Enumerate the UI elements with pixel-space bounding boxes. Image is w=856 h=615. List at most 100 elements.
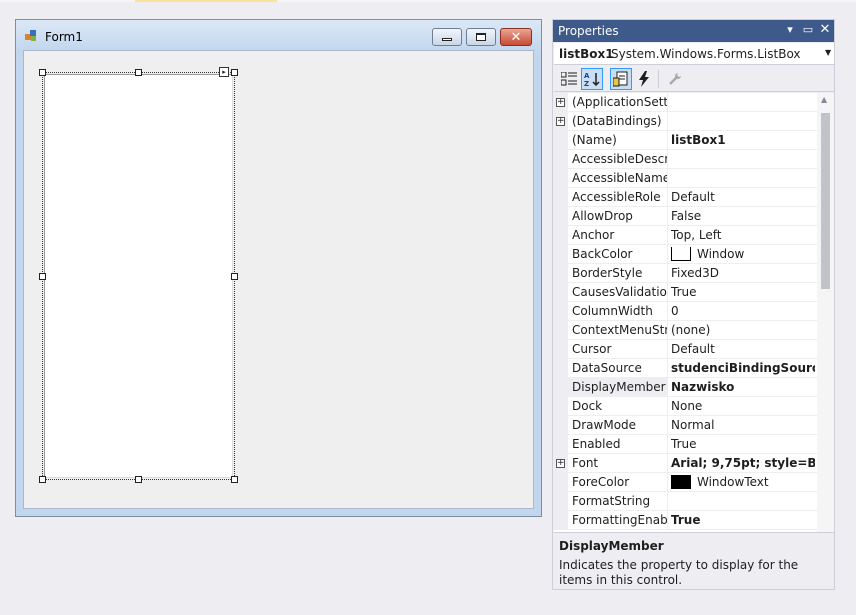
property-row[interactable]: Dock None [554,397,817,416]
property-row[interactable]: AccessibleName [554,169,817,188]
property-value[interactable]: studenciBindingSource [671,361,815,375]
property-row[interactable]: DrawMode Normal [554,416,817,435]
property-value[interactable]: (none) [671,323,815,337]
property-row[interactable]: BackColor Window [554,245,817,264]
object-type: System.Windows.Forms.ListBox [611,47,801,61]
minimize-button[interactable] [432,28,462,46]
property-value[interactable]: Default [671,342,815,356]
property-value[interactable]: Default [671,190,815,204]
property-row[interactable]: Enabled True [554,435,817,454]
column-divider [667,511,668,530]
property-value-text: True [671,285,697,299]
row-gutter [554,264,568,283]
expand-plus-icon[interactable]: + [556,459,565,468]
expand-plus-icon[interactable]: + [556,117,565,126]
dropdown-arrow-icon[interactable]: ▾ [783,23,797,37]
resize-handle-top-right[interactable] [231,69,238,76]
alphabetical-view-button[interactable]: A Z [581,68,603,90]
svg-text:A: A [584,72,590,80]
property-row[interactable]: ForeColor WindowText [554,473,817,492]
property-row[interactable]: AccessibleDescrip [554,150,817,169]
property-row[interactable]: DisplayMember Nazwisko [554,378,817,397]
row-gutter [554,397,568,416]
resize-handle-bottom-right[interactable] [231,476,238,483]
property-value[interactable]: listBox1 [671,133,815,147]
property-row[interactable]: AllowDrop False [554,207,817,226]
property-grid-scrollbar[interactable]: ▲ ▼ [817,93,834,547]
property-value[interactable]: True [671,513,815,527]
property-value[interactable]: Nazwisko [671,380,815,394]
resize-handle-right[interactable] [231,273,238,280]
column-divider [667,359,668,378]
property-row[interactable]: FormatString [554,492,817,511]
resize-handle-top-left[interactable] [39,69,46,76]
row-gutter [554,207,568,226]
property-row[interactable]: Cursor Default [554,340,817,359]
scroll-up-icon[interactable]: ▲ [821,95,827,104]
column-divider [667,150,668,169]
property-row[interactable]: Anchor Top, Left [554,226,817,245]
property-row[interactable]: DataSource studenciBindingSource [554,359,817,378]
property-name: AccessibleDescrip [572,152,667,166]
property-row[interactable]: + Font Arial; 9,75pt; style=Bold [554,454,817,473]
maximize-button[interactable] [466,28,496,46]
property-pages-button[interactable] [664,68,686,90]
close-button[interactable]: ✕ [500,28,532,46]
expand-plus-icon[interactable]: + [556,98,565,107]
row-gutter [554,283,568,302]
resize-handle-bottom[interactable] [135,476,142,483]
property-name: Cursor [572,342,612,356]
property-value[interactable]: True [671,285,815,299]
close-panel-icon[interactable]: ✕ [818,23,832,37]
property-row[interactable]: CausesValidation True [554,283,817,302]
property-name: Font [572,456,599,470]
property-value[interactable]: 0 [671,304,815,318]
properties-title-bar[interactable]: Properties ▾ ▭ ✕ [553,20,834,42]
events-view-button[interactable] [633,68,655,90]
property-value[interactable]: Arial; 9,75pt; style=Bold [671,456,815,470]
property-row[interactable]: (Name) listBox1 [554,131,817,150]
chevron-down-icon[interactable]: ▼ [825,48,831,57]
listbox-control[interactable] [44,74,233,478]
property-value-text: False [671,209,702,223]
resize-handle-bottom-left[interactable] [39,476,46,483]
property-value[interactable]: WindowText [671,475,815,489]
categorized-icon [561,72,577,86]
form-title-bar[interactable]: Form1 ✕ [16,20,541,50]
property-value[interactable]: False [671,209,815,223]
property-row[interactable]: + (ApplicationSettin [554,93,817,112]
row-gutter [554,226,568,245]
object-selector[interactable]: listBox1 System.Windows.Forms.ListBox ▼ [554,43,834,65]
maximize-window-icon[interactable]: ▭ [801,23,815,37]
column-divider [667,378,668,397]
property-name: BackColor [572,247,633,261]
resize-handle-left[interactable] [39,273,46,280]
close-icon: ✕ [510,29,522,45]
property-value-text: None [671,399,703,413]
property-row[interactable]: + (DataBindings) [554,112,817,131]
toolbar-separator [658,70,659,88]
property-row[interactable]: BorderStyle Fixed3D [554,264,817,283]
column-divider [667,131,668,150]
property-value[interactable]: Window [671,247,815,261]
property-value[interactable]: Normal [671,418,815,432]
resize-handle-top[interactable] [135,69,142,76]
column-divider [667,169,668,188]
column-divider [667,207,668,226]
property-row[interactable]: FormattingEnable True [554,511,817,530]
property-row[interactable]: AccessibleRole Default [554,188,817,207]
smart-tag-arrow-icon[interactable]: ▸ [219,67,229,77]
property-value[interactable]: Top, Left [671,228,815,242]
property-row[interactable]: ColumnWidth 0 [554,302,817,321]
property-value[interactable]: None [671,399,815,413]
property-name: DisplayMember [568,378,667,396]
form-title: Form1 [45,30,83,44]
property-value[interactable]: True [671,437,815,451]
categorized-view-button[interactable] [558,68,580,90]
property-row[interactable]: ContextMenuStrip (none) [554,321,817,340]
scrollbar-thumb[interactable] [821,113,830,289]
column-divider [667,435,668,454]
properties-view-button[interactable] [610,68,632,90]
property-value[interactable]: Fixed3D [671,266,815,280]
property-name: DrawMode [572,418,637,432]
